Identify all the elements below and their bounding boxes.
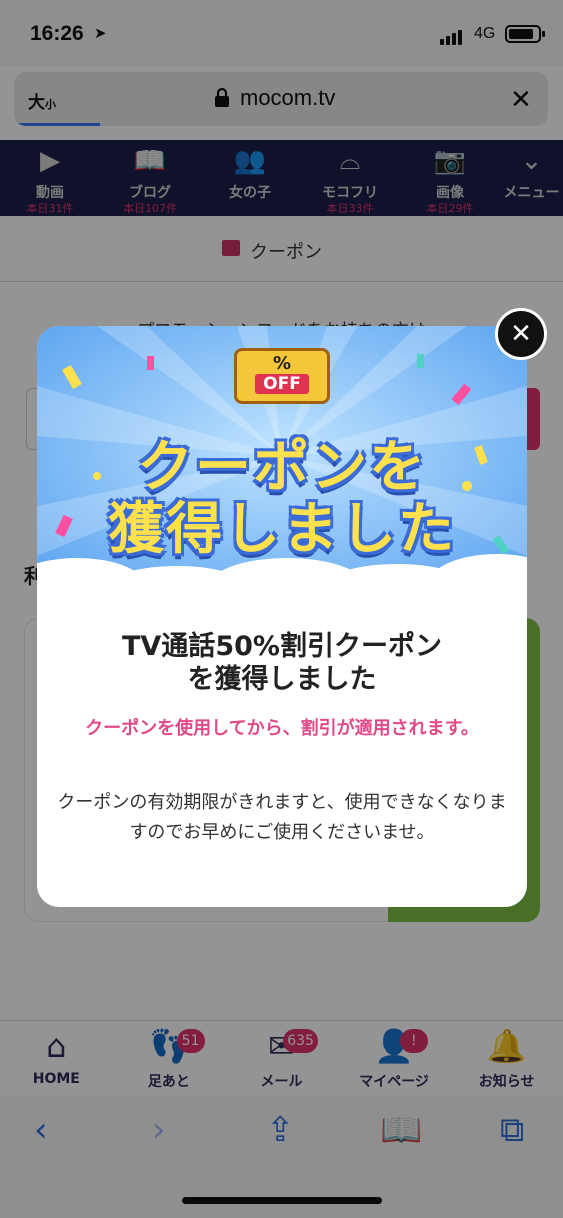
off-coupon-badge: % OFF [234,348,330,404]
modal-body-text: クーポンの有効期限がきれますと、使用できなくなりますのでお早めにご使用くださいま… [57,792,507,843]
modal-note: クーポンを使用してから、割引が適用されます。 [85,718,479,739]
modal-close-button[interactable]: ✕ [495,308,547,360]
badge-percent: % [272,353,292,374]
coupon-modal: % OFF クーポンを 獲得しました TV通話50%割引クーポン を獲得しました… [37,326,527,907]
badge-off: OFF [255,374,309,394]
modal-title-line2: を獲得しました [187,664,377,695]
modal-title-line1: TV通話50%割引クーポン [122,631,442,662]
coupon-banner: % OFF クーポンを 獲得しました [37,326,527,598]
modal-title: TV通話50%割引クーポン を獲得しました [57,630,507,696]
banner-headline-2: 獲得しました [108,497,456,562]
